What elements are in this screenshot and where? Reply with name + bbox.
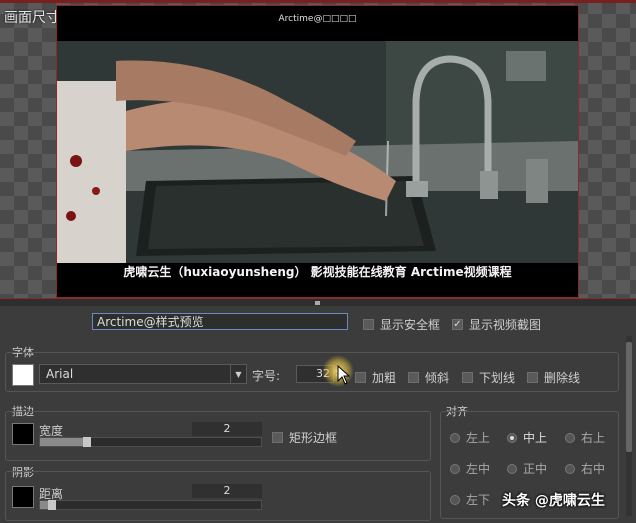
radio-dot[interactable] [450,494,460,505]
splitter-grip-icon[interactable] [315,301,320,305]
italic-checkbox[interactable]: 倾斜 [408,369,449,386]
stroke-group [5,411,431,461]
radio-dot[interactable] [450,463,460,474]
slider-fill [40,438,83,446]
align-radio-top-center[interactable]: 中上 [507,429,547,446]
stroke-width-slider[interactable] [39,437,262,447]
slider-thumb[interactable] [83,437,91,447]
align-label: 右上 [581,431,606,445]
stroke-width-value[interactable]: 2 [192,422,262,436]
attribution-watermark: 头条 @虎啸云生 [502,493,605,509]
rect-border-checkbox[interactable]: 矩形边框 [272,429,337,446]
video-preview-area: 画面尺寸: 1920x1080 Arctime@□□□□ [0,0,636,298]
align-radio-top-right[interactable]: 右上 [565,429,605,446]
checkbox-box[interactable] [363,319,374,330]
underline-label: 下划线 [479,371,516,385]
italic-label: 倾斜 [425,371,450,385]
strikethrough-checkbox[interactable]: 删除线 [527,369,580,386]
font-size-label: 字号: [252,369,281,383]
video-subtitle-text: 虎啸云生（huxiaoyunsheng） 影视技能在线教育 Arctime视频课… [123,265,512,279]
align-radio-middle-right[interactable]: 右中 [565,460,605,477]
checkbox-box[interactable] [355,372,366,383]
align-label: 左中 [466,462,491,476]
align-label: 正中 [523,462,548,476]
panel-scrollbar[interactable] [626,336,632,516]
radio-dot[interactable] [507,463,517,474]
safe-frame-label: 显示安全框 [380,318,441,332]
preview-text-input[interactable] [92,313,348,330]
video-scene-image [56,41,579,263]
video-frame-label: 显示视频截图 [469,318,542,332]
underline-checkbox[interactable]: 下划线 [462,369,515,386]
align-label: 右中 [581,462,606,476]
align-label: 左下 [466,493,491,507]
mouse-cursor-icon [337,365,351,385]
align-radio-bottom-left[interactable]: 左下 [450,491,490,508]
shadow-distance-slider[interactable] [39,500,262,510]
slider-fill [40,501,48,509]
checkbox-box[interactable] [527,372,538,383]
bold-label: 加粗 [372,371,397,385]
radio-dot[interactable] [565,432,575,443]
video-frame[interactable]: Arctime@□□□□ 虎啸云生（huxiaoyunsheng） 影视技能在线… [56,5,579,298]
chevron-down-icon[interactable]: ▼ [230,365,246,383]
shadow-distance-value[interactable]: 2 [192,484,262,498]
sink-scene-illustration [56,41,579,263]
font-color-swatch[interactable] [12,364,34,386]
shadow-color-swatch[interactable] [12,486,34,508]
safe-frame-checkbox[interactable]: 显示安全框 [363,316,440,333]
radio-dot-selected[interactable] [507,432,517,443]
radio-dot[interactable] [450,432,460,443]
stroke-color-swatch[interactable] [12,423,34,445]
slider-thumb[interactable] [48,500,56,510]
top-watermark-text: Arctime@□□□□ [278,14,357,24]
video-frame-checkbox[interactable]: ✓ 显示视频截图 [452,316,541,333]
align-radio-top-left[interactable]: 左上 [450,429,490,446]
font-family-value: Arial [46,367,74,381]
align-label: 中上 [523,431,548,445]
align-radio-middle-left[interactable]: 左中 [450,460,490,477]
strikethrough-label: 删除线 [544,371,581,385]
radio-dot[interactable] [565,463,575,474]
font-family-select[interactable]: Arial ▼ [39,364,247,384]
checkbox-box[interactable] [462,372,473,383]
scrollbar-thumb[interactable] [626,342,632,452]
bold-checkbox[interactable]: 加粗 [355,369,396,386]
checkbox-box[interactable] [408,372,419,383]
preview-top-border [0,0,636,3]
align-label: 左上 [466,431,491,445]
rect-border-label: 矩形边框 [289,431,338,445]
align-radio-center[interactable]: 正中 [507,460,547,477]
checkbox-box[interactable] [272,432,283,443]
checkbox-box-checked[interactable]: ✓ [452,319,463,330]
